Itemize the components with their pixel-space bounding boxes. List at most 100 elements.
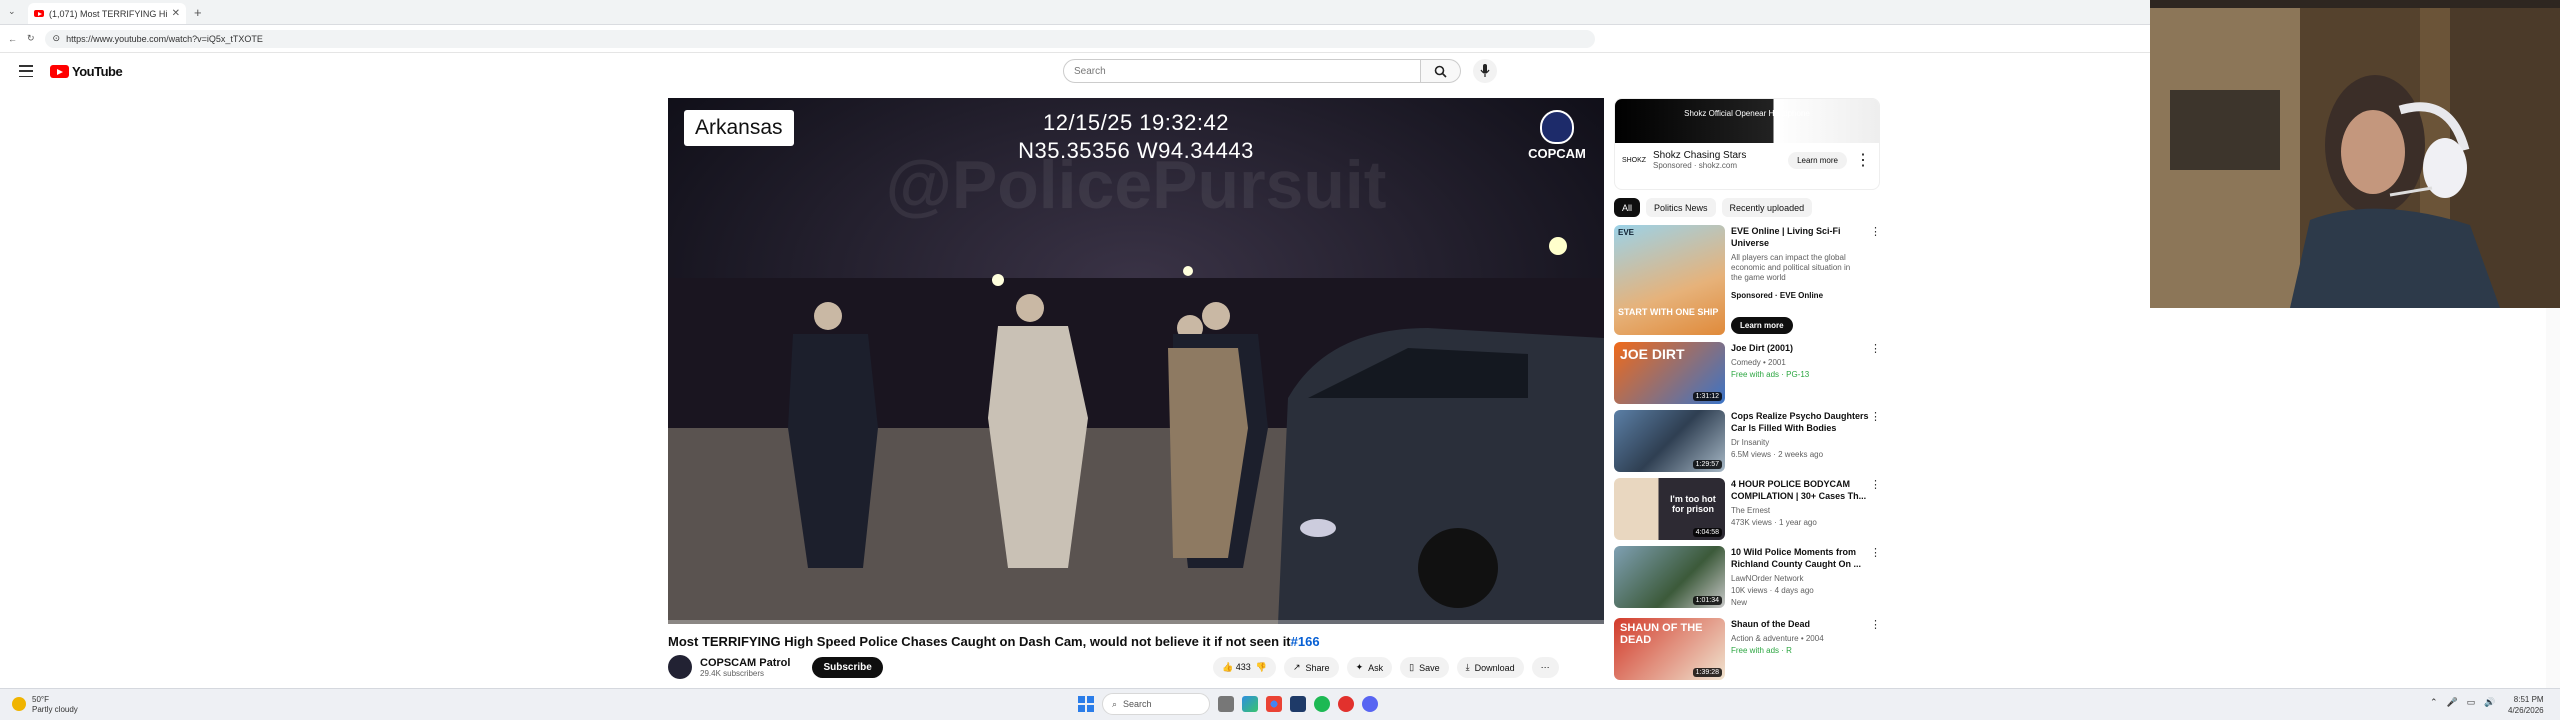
avatar[interactable] — [668, 655, 692, 679]
download-button[interactable]: ⤓ Download — [1456, 657, 1524, 678]
webcam-frame — [2150, 0, 2560, 308]
ask-label: Ask — [1368, 662, 1384, 673]
learn-more-button[interactable]: Learn more — [1731, 317, 1793, 334]
list-item[interactable]: 1:01:34 10 Wild Police Moments from Rich… — [1614, 546, 1904, 610]
rec-title[interactable]: 4 HOUR POLICE BODYCAM COMPILATION | 30+ … — [1731, 478, 1871, 502]
list-item[interactable]: SHAUN OF THE DEAD 1:39:28 Shaun of the D… — [1614, 618, 1904, 682]
voice-search-button[interactable] — [1473, 59, 1497, 83]
timestamp-overlay: 12/15/25 19:32:42 — [1043, 110, 1229, 135]
chip-politics-news[interactable]: Politics News — [1646, 198, 1716, 217]
kebab-icon[interactable]: ⋮ — [1870, 478, 1881, 491]
weather-widget[interactable]: 50°F Partly cloudy — [12, 695, 78, 715]
duration-badge: 1:29:57 — [1692, 460, 1722, 469]
subscriber-count: 29.4K subscribers — [700, 668, 765, 678]
clock[interactable]: 8:51 PM 4/26/2026 — [2508, 694, 2544, 716]
more-actions-button[interactable]: ⋯ — [1531, 657, 1559, 678]
ad-title: Shokz Chasing Stars — [1653, 150, 1747, 161]
rec-title[interactable]: Cops Realize Psycho Daughters Car Is Fil… — [1731, 410, 1871, 434]
webcam-overlay — [2150, 0, 2560, 308]
video-actions: 👍 433 👎 ↗ Share ✦ Ask ▯ Save ⤓ Download ⋯ — [1213, 657, 1559, 678]
thumbnail[interactable]: I'm too hot for prison 4:04:58 — [1614, 478, 1725, 540]
tab-title: (1,071) Most TERRIFYING High — [49, 8, 167, 19]
thumbnail[interactable]: EVE START WITH ONE SHIP — [1614, 225, 1725, 335]
temperature: 50°F — [32, 695, 49, 704]
video-player[interactable]: @PolicePursuit Arkansas 12/15/25 19:32:4… — [668, 98, 1604, 624]
share-button[interactable]: ↗ Share — [1283, 657, 1339, 678]
dislike-button[interactable]: 👎 — [1256, 662, 1267, 673]
tab-youtube[interactable]: (1,071) Most TERRIFYING High ✕ — [28, 3, 186, 24]
rec-title[interactable]: Shaun of the Dead — [1731, 618, 1871, 630]
channel-name[interactable]: COPSCAM Patrol — [700, 657, 790, 669]
thumbnail[interactable]: 1:29:57 — [1614, 410, 1725, 472]
rec-channel: Comedy • 2001 — [1731, 358, 1786, 367]
close-icon[interactable]: ✕ — [172, 8, 180, 19]
kebab-icon[interactable]: ⋮ — [1870, 225, 1881, 238]
search-icon — [1434, 65, 1447, 78]
copcam-logo: COPCAM — [1522, 110, 1592, 161]
volume-icon[interactable]: 🔊 — [2484, 697, 2495, 708]
rec-title[interactable]: EVE Online | Living Sci-Fi Universe — [1731, 225, 1871, 249]
site-info-icon[interactable]: ⊙ — [53, 33, 61, 44]
search-input[interactable]: Search — [1063, 59, 1421, 83]
new-badge: New — [1731, 598, 1748, 607]
list-item[interactable]: 1:29:57 Cops Realize Psycho Daughters Ca… — [1614, 410, 1904, 474]
like-button[interactable]: 👍 433 — [1222, 662, 1251, 673]
list-item[interactable]: JOE DIRT 1:31:12 Joe Dirt (2001) Comedy … — [1614, 342, 1904, 406]
youtube-logo[interactable]: YouTube — [50, 64, 123, 79]
file-explorer-icon[interactable] — [1218, 696, 1234, 712]
thumbnail[interactable]: JOE DIRT 1:31:12 — [1614, 342, 1725, 404]
chip-all[interactable]: All — [1614, 198, 1641, 217]
chrome-icon[interactable] — [1266, 696, 1282, 712]
subscribe-button[interactable]: Subscribe — [812, 656, 883, 678]
clock-time: 8:51 PM — [2513, 695, 2544, 704]
tab-list-icon[interactable]: ⌄ — [8, 6, 16, 17]
address-input[interactable]: ⊙ https://www.youtube.com/watch?v=iQ5x_t… — [44, 29, 1595, 48]
kebab-icon[interactable]: ⋮ — [1870, 546, 1881, 559]
taskbar-search[interactable]: ⌕ Search — [1102, 693, 1210, 715]
rec-meta: Free with ads · R — [1731, 646, 1792, 655]
system-tray: ⌃ 🎤 ▭ 🔊 — [2430, 697, 2496, 708]
ad-learn-more-button[interactable]: Learn more — [1788, 151, 1847, 169]
reload-icon[interactable]: ↻ — [27, 33, 35, 44]
sparkle-icon: ✦ — [1355, 662, 1364, 672]
menu-icon[interactable] — [19, 65, 33, 77]
thumbnail[interactable]: 1:01:34 — [1614, 546, 1725, 608]
hashtag-link[interactable]: #166 — [1291, 634, 1320, 649]
thumbnail[interactable]: SHAUN OF THE DEAD 1:39:28 — [1614, 618, 1725, 680]
ask-button[interactable]: ✦ Ask — [1346, 657, 1393, 678]
mic-icon[interactable]: 🎤 — [2447, 697, 2458, 708]
network-icon[interactable]: ▭ — [2467, 697, 2476, 708]
rec-channel: Dr Insanity — [1731, 438, 1770, 447]
rec-meta: 6.5M views · 2 weeks ago — [1731, 450, 1824, 459]
duration-badge: 1:01:34 — [1692, 596, 1722, 605]
rec-channel: Action & adventure • 2004 — [1731, 634, 1824, 643]
save-button[interactable]: ▯ Save — [1400, 657, 1449, 678]
thumbs-up-icon: 👍 — [1222, 662, 1234, 672]
chip-recently-uploaded[interactable]: Recently uploaded — [1721, 198, 1813, 217]
title-text: Most TERRIFYING High Speed Police Chases… — [668, 634, 1291, 649]
browser-tabbar: ⌄ (1,071) Most TERRIFYING High ✕ + — [0, 0, 2150, 25]
list-item[interactable]: EVE START WITH ONE SHIP EVE Online | Liv… — [1614, 225, 1904, 337]
kebab-icon[interactable]: ⋮ — [1855, 150, 1871, 170]
like-dislike-group: 👍 433 👎 — [1213, 657, 1276, 678]
share-label: Share — [1305, 662, 1330, 673]
start-button[interactable] — [1078, 696, 1094, 712]
kebab-icon[interactable]: ⋮ — [1870, 410, 1881, 423]
list-item[interactable]: I'm too hot for prison 4:04:58 4 HOUR PO… — [1614, 478, 1904, 542]
kebab-icon[interactable]: ⋮ — [1870, 618, 1881, 631]
rec-title[interactable]: 10 Wild Police Moments from Richland Cou… — [1731, 546, 1871, 570]
app-icon[interactable] — [1338, 696, 1354, 712]
chevron-up-icon[interactable]: ⌃ — [2430, 697, 2438, 708]
new-tab-icon[interactable]: + — [194, 5, 202, 20]
terminal-icon[interactable] — [1290, 696, 1306, 712]
spotify-icon[interactable] — [1314, 696, 1330, 712]
edge-icon[interactable] — [1242, 696, 1258, 712]
back-icon[interactable]: ← — [8, 34, 17, 44]
rec-title[interactable]: Joe Dirt (2001) — [1731, 342, 1871, 354]
progress-bar[interactable] — [668, 620, 1604, 624]
search-button[interactable] — [1421, 59, 1461, 83]
discord-icon[interactable] — [1362, 696, 1378, 712]
kebab-icon[interactable]: ⋮ — [1870, 342, 1881, 355]
channel-row: COPSCAM Patrol 29.4K subscribers Subscri… — [668, 655, 883, 679]
sponsored-ad[interactable]: Shokz Official Openear Headphone SHOKZ S… — [1614, 98, 1880, 190]
